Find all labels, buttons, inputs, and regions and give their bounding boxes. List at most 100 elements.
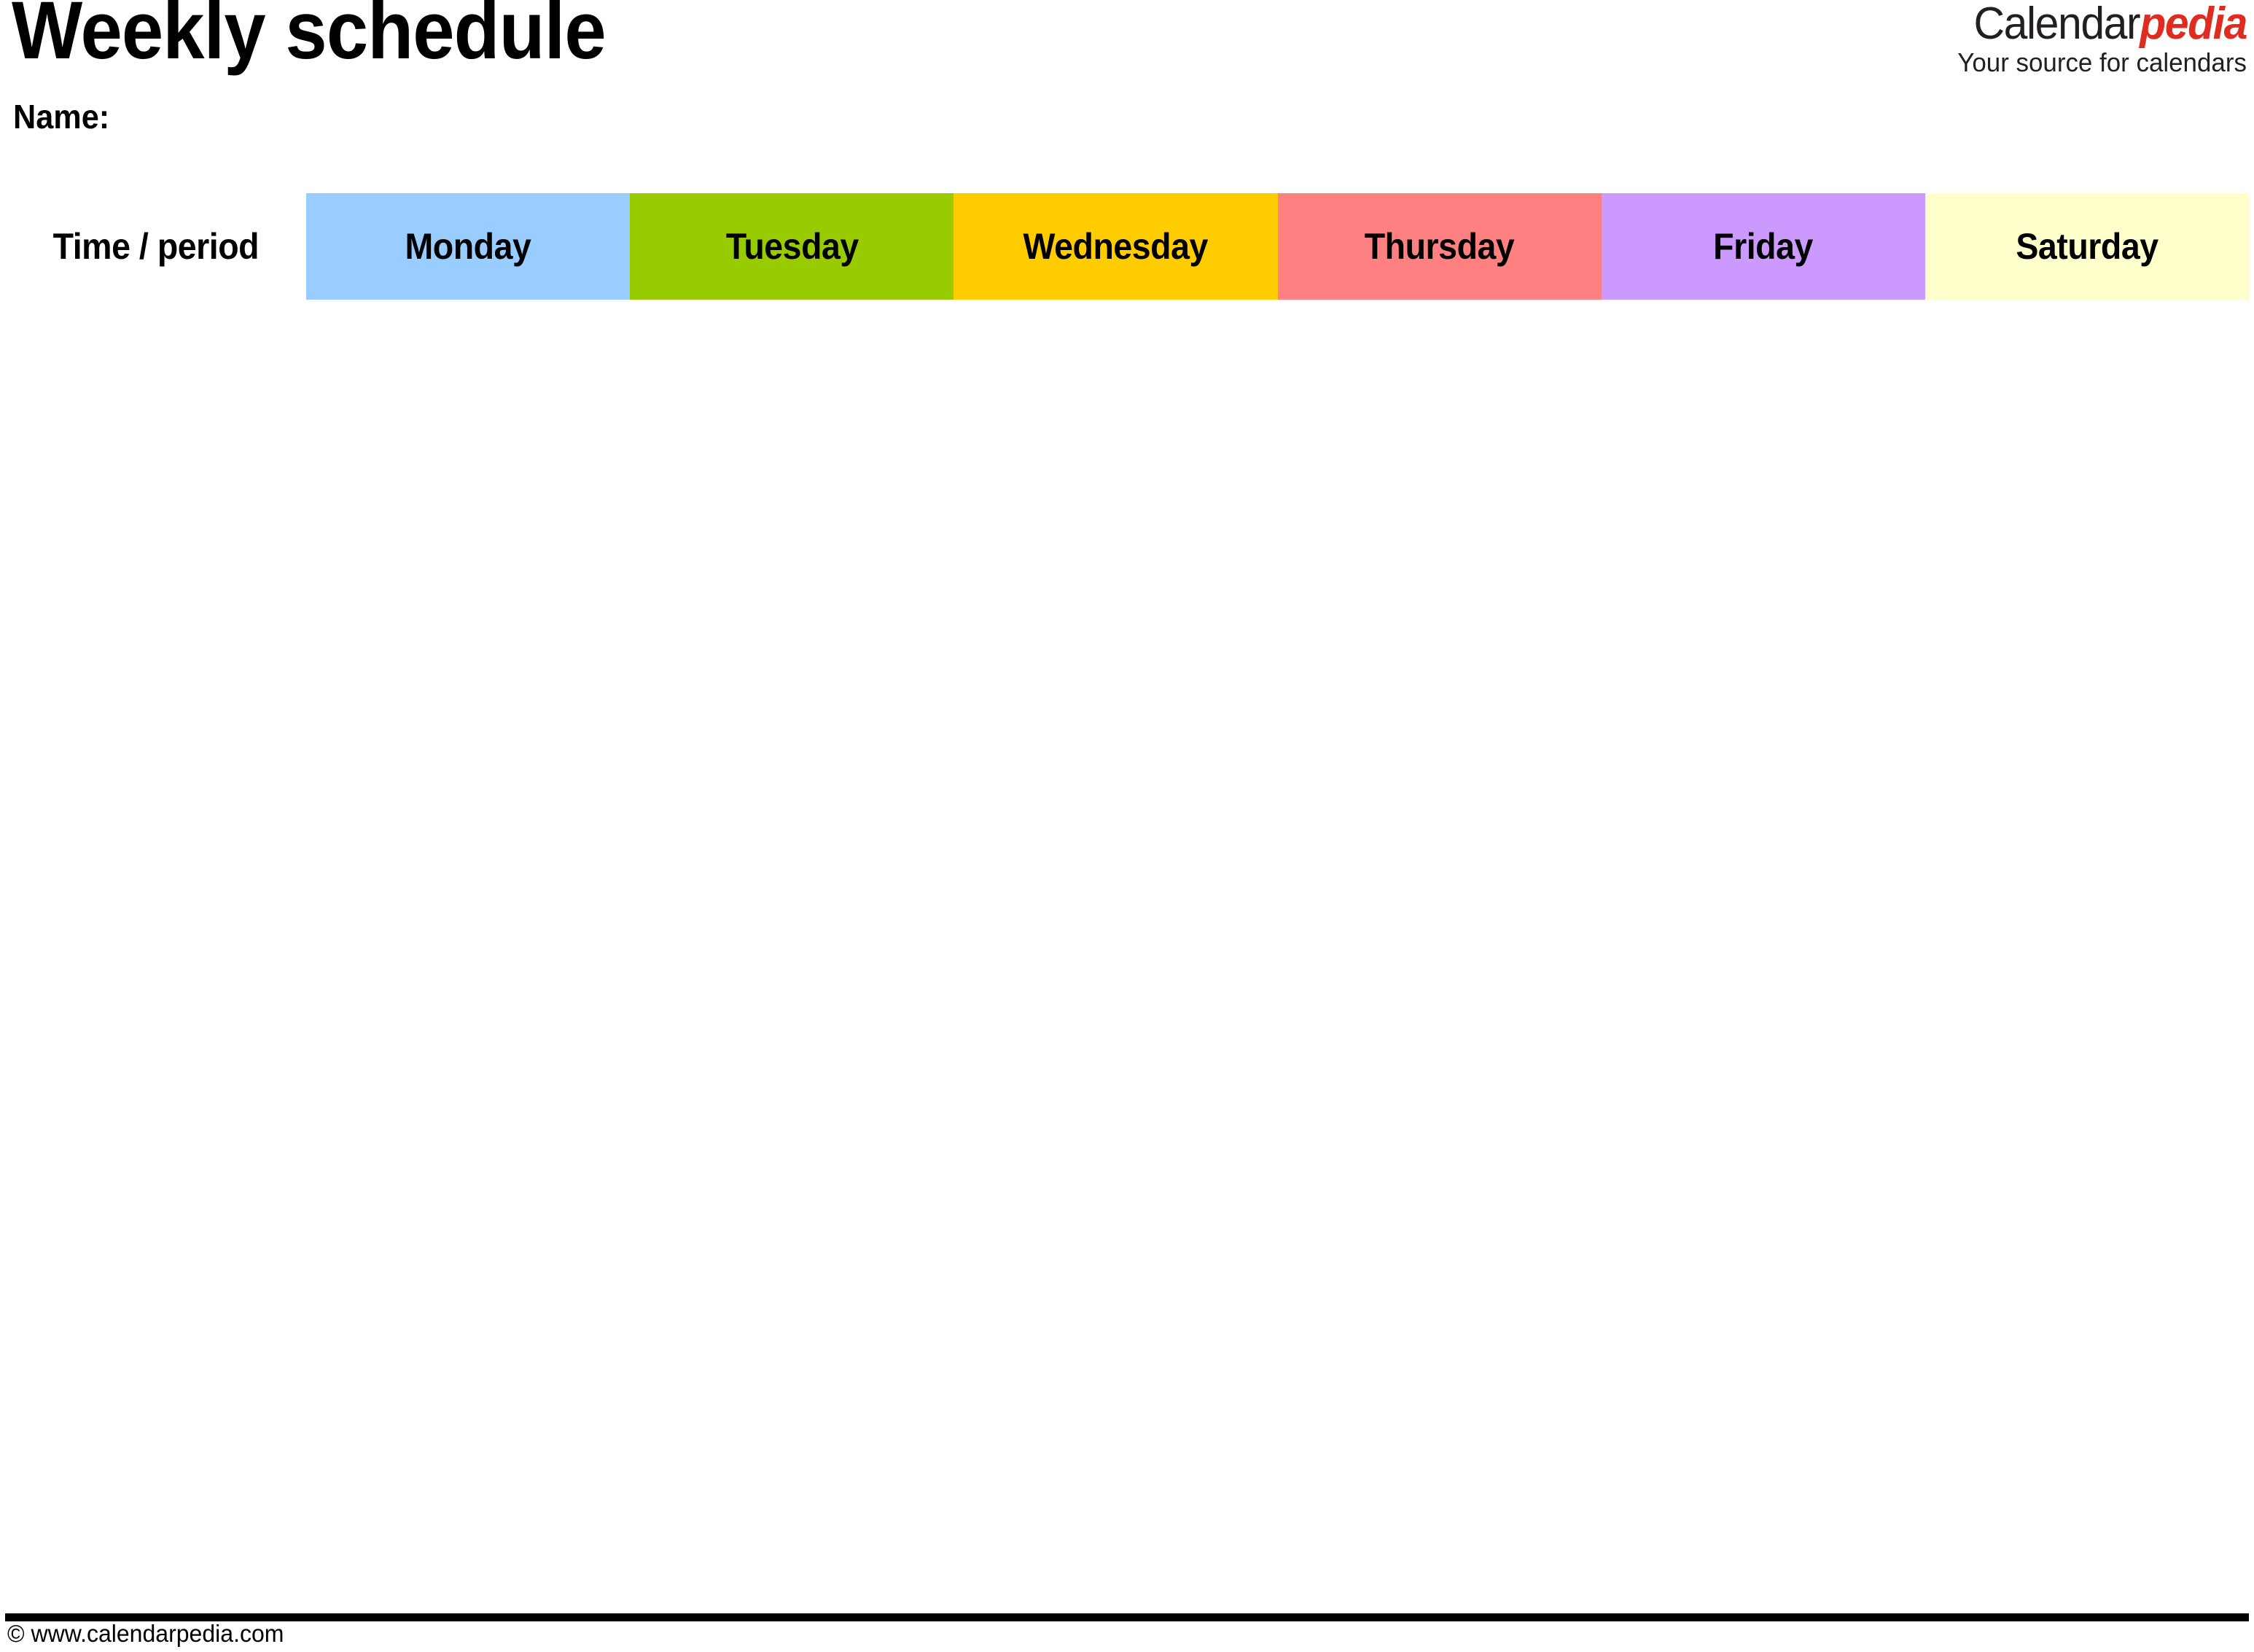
schedule-cell-saturday[interactable] [1925,300,2249,401]
schedule-cell-monday[interactable] [306,1516,631,1621]
schedule-cell-saturday[interactable] [1925,1110,2249,1212]
schedule-cell-thursday[interactable] [1277,300,1602,401]
schedule-cell-monday[interactable] [306,401,631,502]
schedule-cell-monday[interactable] [306,502,631,604]
schedule-cell-friday[interactable] [1601,502,1925,604]
schedule-cell-tuesday[interactable] [630,705,954,806]
schedule-cell-monday[interactable] [306,1212,631,1313]
schedule-cell-wednesday[interactable] [954,1313,1278,1414]
schedule-cell-monday[interactable] [306,1414,631,1516]
time-period-cell[interactable] [5,1009,307,1110]
schedule-cell-wednesday[interactable] [954,300,1278,401]
schedule-cell-saturday[interactable] [1925,1313,2249,1414]
schedule-cell-monday[interactable] [306,908,631,1009]
schedule-cell-friday[interactable] [1601,401,1925,502]
time-period-cell[interactable] [5,806,307,908]
schedule-cell-thursday[interactable] [1277,1516,1602,1621]
schedule-cell-wednesday[interactable] [954,1110,1278,1212]
schedule-cell-thursday[interactable] [1277,908,1602,1009]
schedule-cell-friday[interactable] [1601,1516,1925,1621]
schedule-cell-thursday[interactable] [1277,1414,1602,1516]
schedule-cell-saturday[interactable] [1925,502,2249,604]
time-period-cell[interactable] [5,1313,307,1414]
time-period-cell[interactable] [5,502,307,604]
time-period-cell[interactable] [5,604,307,705]
schedule-cell-friday[interactable] [1601,806,1925,908]
schedule-cell-wednesday[interactable] [954,1009,1278,1110]
brand-name: Calendarpedia [1964,1,2248,47]
schedule-cell-thursday[interactable] [1277,705,1602,806]
time-period-cell[interactable] [5,300,307,401]
schedule-cell-wednesday[interactable] [954,908,1278,1009]
schedule-cell-monday[interactable] [306,1009,631,1110]
schedule-cell-tuesday[interactable] [630,604,954,705]
time-period-cell[interactable] [5,1110,307,1212]
schedule-cell-friday[interactable] [1601,1009,1925,1110]
time-period-cell[interactable] [5,908,307,1009]
schedule-cell-thursday[interactable] [1277,502,1602,604]
schedule-cell-wednesday[interactable] [954,401,1278,502]
schedule-cell-saturday[interactable] [1925,1212,2249,1313]
schedule-cell-tuesday[interactable] [630,300,954,401]
schedule-cell-tuesday[interactable] [630,908,954,1009]
schedule-cell-wednesday[interactable] [954,806,1278,908]
time-period-cell[interactable] [5,1212,307,1313]
schedule-cell-wednesday[interactable] [954,1414,1278,1516]
column-header-saturday: Saturday [1925,193,2249,300]
schedule-cell-thursday[interactable] [1277,401,1602,502]
schedule-cell-friday[interactable] [1601,1414,1925,1516]
schedule-cell-monday[interactable] [306,1110,631,1212]
schedule-cell-wednesday[interactable] [954,604,1278,705]
schedule-cell-tuesday[interactable] [630,1414,954,1516]
schedule-cell-tuesday[interactable] [630,1313,954,1414]
schedule-cell-thursday[interactable] [1277,806,1602,908]
schedule-cell-friday[interactable] [1601,604,1925,705]
schedule-cell-tuesday[interactable] [630,1516,954,1621]
schedule-cell-monday[interactable] [306,604,631,705]
schedule-cell-thursday[interactable] [1277,1212,1602,1313]
schedule-cell-saturday[interactable] [1925,401,2249,502]
time-period-cell[interactable] [5,401,307,502]
schedule-cell-saturday[interactable] [1925,1414,2249,1516]
schedule-cell-saturday[interactable] [1925,1009,2249,1110]
schedule-cell-thursday[interactable] [1277,1313,1602,1414]
time-period-cell[interactable] [5,1516,307,1621]
schedule-cell-wednesday[interactable] [954,1516,1278,1621]
schedule-cell-tuesday[interactable] [630,806,954,908]
schedule-cell-saturday[interactable] [1925,908,2249,1009]
schedule-cell-thursday[interactable] [1277,1110,1602,1212]
table-row [5,502,2249,604]
table-row [5,806,2249,908]
schedule-cell-saturday[interactable] [1925,705,2249,806]
schedule-cell-friday[interactable] [1601,1110,1925,1212]
schedule-cell-monday[interactable] [306,705,631,806]
table-row [5,604,2249,705]
name-field-label: Name: [13,98,110,136]
schedule-cell-friday[interactable] [1601,1313,1925,1414]
schedule-table-container: Time / period Monday Tuesday Wednesday T… [5,193,2249,1621]
schedule-cell-saturday[interactable] [1925,1516,2249,1621]
schedule-cell-monday[interactable] [306,300,631,401]
page-header: Weekly schedule Name: Calendarpedia Your… [0,0,2254,193]
schedule-cell-thursday[interactable] [1277,604,1602,705]
schedule-cell-friday[interactable] [1601,300,1925,401]
schedule-cell-saturday[interactable] [1925,806,2249,908]
table-row [5,300,2249,401]
schedule-cell-friday[interactable] [1601,908,1925,1009]
schedule-cell-tuesday[interactable] [630,401,954,502]
time-period-cell[interactable] [5,705,307,806]
schedule-cell-wednesday[interactable] [954,1212,1278,1313]
schedule-cell-monday[interactable] [306,1313,631,1414]
time-period-cell[interactable] [5,1414,307,1516]
schedule-cell-wednesday[interactable] [954,705,1278,806]
schedule-cell-tuesday[interactable] [630,1212,954,1313]
schedule-cell-saturday[interactable] [1925,604,2249,705]
schedule-cell-tuesday[interactable] [630,502,954,604]
schedule-cell-tuesday[interactable] [630,1110,954,1212]
schedule-cell-friday[interactable] [1601,1212,1925,1313]
schedule-cell-monday[interactable] [306,806,631,908]
schedule-cell-thursday[interactable] [1277,1009,1602,1110]
schedule-cell-friday[interactable] [1601,705,1925,806]
schedule-cell-wednesday[interactable] [954,502,1278,604]
schedule-cell-tuesday[interactable] [630,1009,954,1110]
